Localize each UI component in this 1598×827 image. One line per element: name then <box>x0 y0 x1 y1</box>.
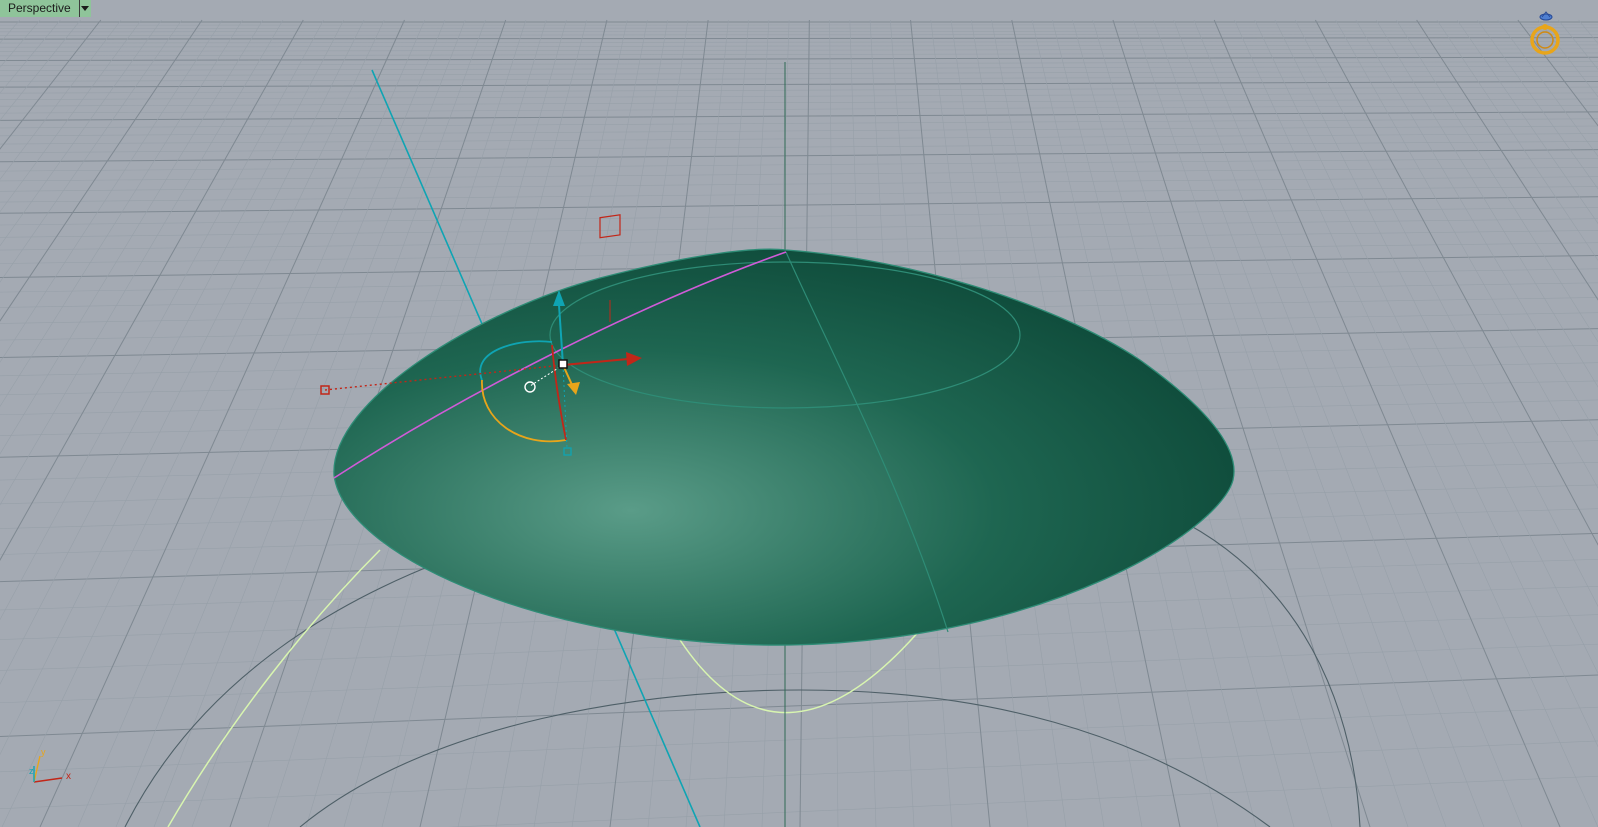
axis-x-line <box>33 777 63 783</box>
dropdown-triangle-icon[interactable] <box>79 0 91 17</box>
axis-y-line <box>33 755 41 783</box>
viewport-title[interactable]: Perspective <box>0 0 80 17</box>
viewport-tab[interactable]: Perspective <box>0 0 91 17</box>
gumball-center[interactable] <box>558 359 568 369</box>
axis-y-label: y <box>41 748 46 757</box>
perspective-viewport[interactable]: Perspective x y z <box>0 0 1598 827</box>
3d-scene[interactable] <box>0 0 1598 827</box>
axis-z-label: z <box>29 766 34 776</box>
world-axis-indicator: x y z <box>29 748 71 783</box>
axis-x-label: x <box>66 771 71 782</box>
ring-navigation-icon[interactable] <box>1530 8 1570 58</box>
